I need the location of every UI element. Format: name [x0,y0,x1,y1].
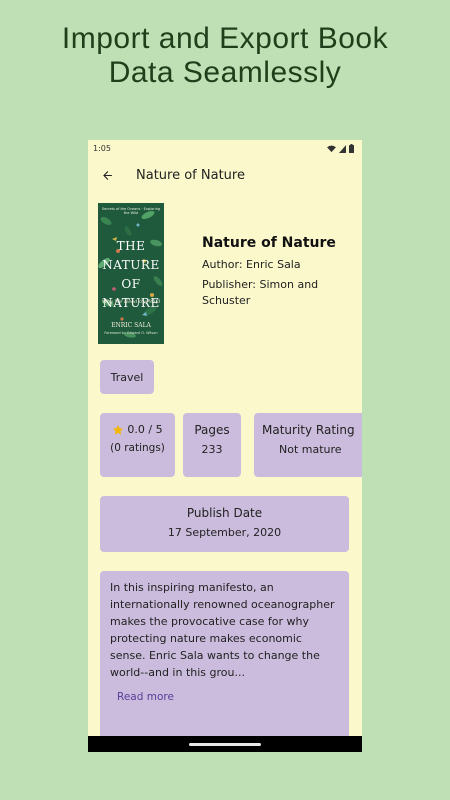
publish-date-value: 17 September, 2020 [167,526,282,539]
cover-title-line: NATURE [102,258,160,272]
star-icon [113,424,124,435]
app-bar: Nature of Nature [88,157,362,193]
status-time: 1:05 [93,144,111,153]
cover-author: ENRIC SALA [111,322,151,329]
maturity-label: Maturity Rating [262,423,355,437]
system-nav-bar [88,736,362,752]
headline-line-2: Data Seamlessly [108,56,342,89]
book-author: Author: Enric Sala [202,258,301,271]
cover-top-text: Secrets of the Oceans · Exploring the Wi… [101,207,161,215]
pages-label: Pages [194,423,230,437]
status-icons [327,144,354,153]
status-bar: 1:05 [88,140,362,157]
rating-card[interactable]: 0.0 / 5 (0 ratings) [100,413,175,477]
app-bar-title: Nature of Nature [136,167,245,183]
signal-icon [339,144,346,153]
read-more-link[interactable]: Read more [117,691,174,703]
book-publisher: Publisher: Simon and Schuster [202,278,319,307]
cover-subtitle: Why We Need the Wild [101,299,161,305]
book-title: Nature of Nature [202,235,336,251]
description-card: In this inspiring manifesto, an internat… [100,571,349,741]
home-gesture-handle[interactable] [189,742,261,746]
back-button[interactable] [90,157,124,193]
pages-value: 233 [201,443,223,456]
cover-byline: Foreword by Edward O. Wilson [104,331,158,335]
wifi-icon [327,144,336,152]
rating-count: (0 ratings) [110,442,165,454]
promo-headline: Import and Export Book Data Seamlessly [0,22,450,90]
arrow-back-icon [102,170,112,180]
book-cover[interactable]: Secrets of the Oceans · Exploring the Wi… [98,203,164,344]
pages-card: Pages 233 [183,413,241,477]
description-text: In this inspiring manifesto, an internat… [110,581,335,679]
headline-line-1: Import and Export Book [61,22,389,55]
category-chip[interactable]: Travel [100,360,154,394]
publish-date-card: Publish Date 17 September, 2020 [100,496,349,552]
maturity-card: Maturity Rating Not mature [254,413,362,477]
maturity-value: Not mature [279,443,342,456]
publish-date-label: Publish Date [186,506,263,520]
rating-row: 0.0 / 5 [100,423,175,436]
cover-title-line: OF [121,277,141,291]
battery-icon [349,144,354,153]
rating-value: 0.0 / 5 [127,423,163,436]
book-header: Secrets of the Oceans · Exploring the Wi… [98,203,362,344]
book-info: Nature of Nature Author: Enric Sala Publ… [202,203,362,344]
phone-screen: 1:05 Nature of Nature Secrets of the Oce… [88,140,362,752]
cover-title-line: THE [116,239,146,253]
